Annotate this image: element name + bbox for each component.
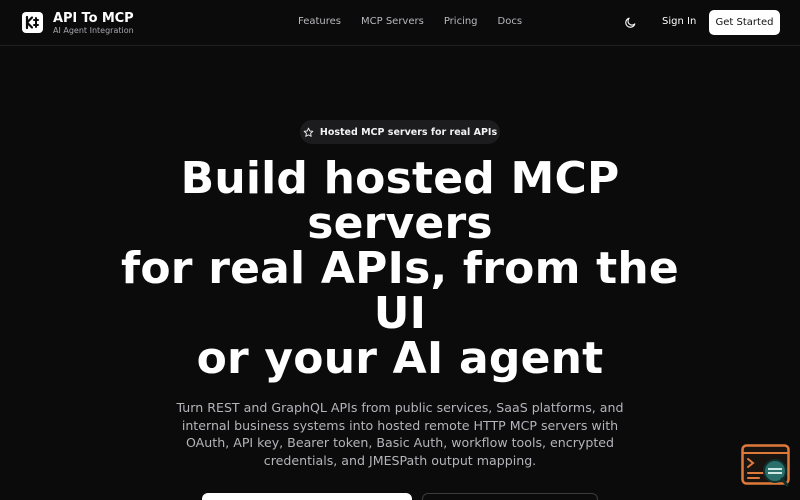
theme-toggle-button[interactable] bbox=[622, 14, 638, 30]
hero-badge-label: Hosted MCP servers for real APIs bbox=[319, 126, 498, 138]
headline-line: or your AI agent bbox=[196, 333, 604, 384]
hero-description: Turn REST and GraphQL APIs from public s… bbox=[176, 400, 624, 468]
hero-headline: Build hosted MCP servers for real APIs, … bbox=[80, 156, 720, 381]
secondary-cta-button[interactable] bbox=[422, 493, 598, 500]
nav-link-pricing[interactable]: Pricing bbox=[444, 16, 478, 27]
nav-link-mcp-servers[interactable]: MCP Servers bbox=[361, 16, 424, 27]
moon-icon bbox=[624, 17, 635, 28]
terminal-search-icon bbox=[741, 444, 790, 487]
get-started-button[interactable]: Get Started bbox=[709, 10, 780, 35]
top-navbar: API To MCP AI Agent Integration Features… bbox=[0, 0, 800, 46]
headline-line: for real APIs, from the bbox=[121, 243, 679, 294]
headline-line: UI bbox=[373, 288, 427, 339]
page: API To MCP AI Agent Integration Features… bbox=[0, 0, 800, 500]
sign-in-button[interactable]: Sign In bbox=[662, 16, 696, 27]
brand-title[interactable]: API To MCP bbox=[53, 11, 134, 26]
nav-link-features[interactable]: Features bbox=[298, 16, 341, 27]
logo-icon[interactable] bbox=[22, 12, 43, 33]
chat-widget-button[interactable] bbox=[741, 444, 790, 488]
primary-cta-button[interactable] bbox=[202, 493, 412, 500]
brand-subtitle: AI Agent Integration bbox=[53, 26, 134, 35]
nav-link-docs[interactable]: Docs bbox=[498, 16, 523, 27]
headline-line: Build hosted MCP bbox=[180, 153, 620, 204]
main-nav: Features MCP Servers Pricing Docs bbox=[298, 16, 542, 27]
star-icon bbox=[303, 127, 314, 137]
hero-badge: Hosted MCP servers for real APIs bbox=[300, 120, 500, 144]
headline-line: servers bbox=[307, 198, 493, 249]
